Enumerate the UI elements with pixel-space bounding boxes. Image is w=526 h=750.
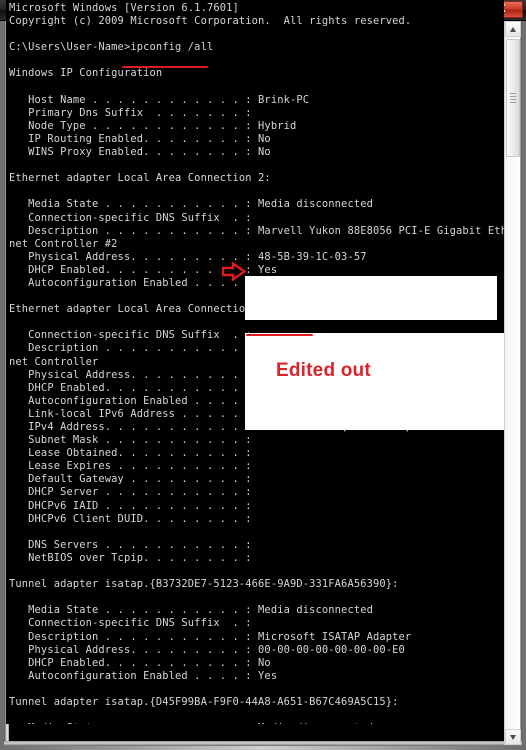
chevron-down-icon [510, 735, 516, 740]
console-line: DHCP Server . . . . . . . . . . . : [9, 486, 252, 499]
console-line: Subnet Mask . . . . . . . . . . . : [9, 434, 252, 447]
console-line: Microsoft Windows [Version 6.1.7601] [9, 2, 239, 14]
console-line: Connection-specific DNS Suffix . : [9, 211, 252, 224]
console-line: Media State . . . . . . . . . . . : Medi… [9, 604, 373, 617]
console-line: Default Gateway . . . . . . . . . : [9, 473, 252, 486]
console-line: Autoconfiguration Enabled . . . . : Yes [9, 669, 278, 682]
frame-edge-bottom [4, 741, 522, 746]
console-line: Description . . . . . . . . . . . : Marv… [9, 224, 504, 237]
console-line: Ethernet adapter Local Area Connection 2… [9, 172, 271, 185]
console-line: Physical Address. . . . . . . . . : 48-5… [9, 250, 367, 263]
console-line: Physical Address. . . . . . . . . : 00-0… [9, 643, 405, 656]
console-line: C:\Users\User-Name>ipconfig /all [9, 41, 214, 54]
console-line: Windows IP Configuration [9, 67, 163, 80]
chevron-up-icon [510, 27, 516, 32]
ipv4-underline-annotation [246, 334, 313, 336]
console-line: DHCPv6 IAID . . . . . . . . . . . : [9, 499, 252, 512]
console-line: Media State . . . . . . . . . . . : Medi… [9, 722, 504, 724]
console-line: DHCP Enabled. . . . . . . . . . . : No [9, 656, 271, 669]
console-line: Lease Obtained. . . . . . . . . . : [9, 447, 252, 460]
scrollbar-thumb[interactable] [506, 39, 520, 157]
right-arrow-icon [222, 262, 246, 281]
console-line: NetBIOS over Tcpip. . . . . . . . : [9, 551, 252, 564]
console-line: Primary Dns Suffix . . . . . . . : [9, 106, 252, 119]
console-line: Media State . . . . . . . . . . . : Medi… [9, 198, 373, 211]
command-prompt-window: Command Prompt SevenForums.com — ❐ X Mic… [0, 0, 526, 750]
console-line: Connection-specific DNS Suffix . : [9, 617, 252, 630]
console-line: Tunnel adapter isatap.{B3732DE7-5123-466… [9, 578, 399, 591]
redaction-box-upper [245, 276, 497, 320]
console-line: IP Routing Enabled. . . . . . . . : No [9, 132, 271, 145]
console-line: Tunnel adapter isatap.{D45F99BA-F9F0-44A… [9, 695, 399, 708]
console-line: Description . . . . . . . . . . . : Micr… [9, 630, 412, 643]
console-line: WINS Proxy Enabled. . . . . . . . : No [9, 146, 271, 159]
console-line: Host Name . . . . . . . . . . . . : Brin… [9, 93, 310, 106]
command-underline-annotation [122, 66, 208, 68]
console-line: DHCPv6 Client DUID. . . . . . . . : [9, 512, 252, 525]
console-line: net Controller #2 [9, 237, 118, 250]
scrollbar-grip [510, 93, 516, 103]
console-line: DHCP Enabled. . . . . . . . . . . : Yes [9, 263, 278, 276]
console-line: Node Type . . . . . . . . . . . . : Hybr… [9, 119, 297, 132]
console-line: Copyright (c) 2009 Microsoft Corporation… [9, 15, 412, 28]
console-line: Lease Expires . . . . . . . . . . : [9, 460, 252, 473]
scroll-down-button[interactable] [505, 729, 521, 745]
edited-out-label: Edited out [276, 360, 371, 381]
vertical-scrollbar[interactable] [504, 21, 521, 745]
scroll-up-button[interactable] [505, 21, 521, 37]
console-line: DNS Servers . . . . . . . . . . . : [9, 538, 252, 551]
